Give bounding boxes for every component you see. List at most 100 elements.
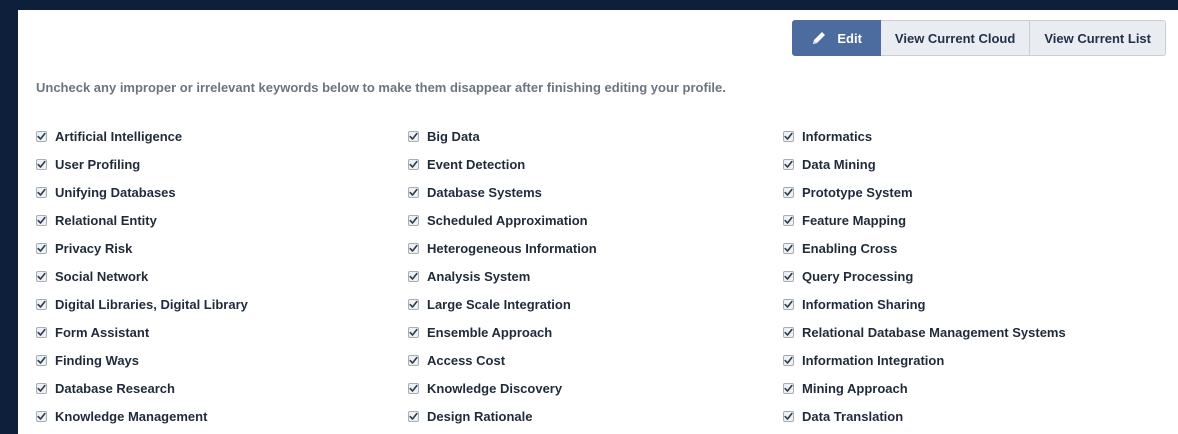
keyword-item[interactable]: Large Scale Integration [408, 290, 783, 318]
keyword-item[interactable]: Unifying Databases [36, 178, 408, 206]
keyword-item[interactable]: Database Research [36, 374, 408, 402]
keyword-label: Social Network [55, 268, 149, 284]
view-current-list-button[interactable]: View Current List [1030, 20, 1166, 56]
keyword-label: Event Detection [427, 156, 526, 172]
checkmark-icon [784, 216, 793, 224]
keyword-checkbox[interactable] [783, 130, 794, 142]
keyword-item[interactable]: Information Sharing [783, 290, 1178, 318]
keyword-item[interactable]: Database Systems [408, 178, 783, 206]
checkmark-icon [409, 328, 418, 336]
edit-button-label: Edit [837, 30, 862, 46]
keyword-label: Unifying Databases [55, 184, 176, 200]
keyword-item[interactable]: Access Cost [408, 346, 783, 374]
keyword-item[interactable]: Relational Entity [36, 206, 408, 234]
keyword-checkbox[interactable] [36, 158, 47, 170]
keyword-item[interactable]: Social Network [36, 262, 408, 290]
checkmark-icon [409, 300, 418, 308]
keyword-item[interactable]: Artificial Intelligence [36, 122, 408, 150]
keyword-label: Large Scale Integration [427, 296, 571, 312]
keyword-item[interactable]: Design Rationale [408, 402, 783, 430]
keyword-checkbox[interactable] [408, 326, 419, 338]
checkmark-icon [784, 356, 793, 364]
keyword-checkbox[interactable] [783, 158, 794, 170]
keyword-checkbox[interactable] [783, 214, 794, 226]
keyword-label: Informatics [802, 128, 873, 144]
keyword-checkbox[interactable] [36, 410, 47, 422]
keyword-item[interactable]: Query Processing [783, 262, 1178, 290]
keyword-checkbox[interactable] [783, 270, 794, 282]
keyword-checkbox[interactable] [408, 270, 419, 282]
keyword-checkbox[interactable] [36, 354, 47, 366]
checkmark-icon [784, 188, 793, 196]
keyword-item[interactable]: Ensemble Approach [408, 318, 783, 346]
keyword-checkbox[interactable] [408, 158, 419, 170]
keyword-checkbox[interactable] [408, 186, 419, 198]
view-toggle-group: Edit View Current Cloud View Current Lis… [792, 20, 1166, 56]
keywords-panel: Edit View Current Cloud View Current Lis… [18, 10, 1178, 434]
keyword-checkbox[interactable] [36, 186, 47, 198]
keyword-item[interactable]: Prototype System [783, 178, 1178, 206]
keyword-label: Digital Libraries, Digital Library [55, 296, 248, 312]
view-current-cloud-label: View Current Cloud [894, 30, 1016, 46]
keyword-checkbox[interactable] [36, 214, 47, 226]
keyword-item[interactable]: Data Mining [783, 150, 1178, 178]
keyword-checkbox[interactable] [783, 410, 794, 422]
keyword-item[interactable]: Informatics [783, 122, 1178, 150]
keyword-label: Data Translation [802, 408, 904, 424]
keyword-item[interactable]: Knowledge Discovery [408, 374, 783, 402]
keyword-label: Information Integration [802, 352, 945, 368]
keyword-checkbox[interactable] [36, 130, 47, 142]
keyword-item[interactable]: Heterogeneous Information [408, 234, 783, 262]
checkmark-icon [784, 160, 793, 168]
keyword-item[interactable]: Scheduled Approximation [408, 206, 783, 234]
checkmark-icon [37, 272, 46, 280]
keyword-checkbox[interactable] [783, 298, 794, 310]
keyword-item[interactable]: Feature Mapping [783, 206, 1178, 234]
checkmark-icon [409, 412, 418, 420]
keyword-checkbox[interactable] [36, 382, 47, 394]
keyword-checkbox[interactable] [36, 298, 47, 310]
keyword-item[interactable]: Finding Ways [36, 346, 408, 374]
keyword-label: Relational Entity [55, 212, 157, 228]
keyword-item[interactable]: Analysis System [408, 262, 783, 290]
keyword-checkbox[interactable] [36, 242, 47, 254]
checkmark-icon [409, 132, 418, 140]
keyword-item[interactable]: Privacy Risk [36, 234, 408, 262]
keyword-label: Artificial Intelligence [55, 128, 183, 144]
keyword-checkbox[interactable] [783, 326, 794, 338]
keyword-label: Knowledge Management [55, 408, 208, 424]
checkmark-icon [37, 188, 46, 196]
keyword-checkbox[interactable] [36, 326, 47, 338]
keyword-item[interactable]: Data Translation [783, 402, 1178, 430]
keyword-item[interactable]: Enabling Cross [783, 234, 1178, 262]
keyword-checkbox[interactable] [783, 354, 794, 366]
keyword-item[interactable]: Relational Database Management Systems [783, 318, 1178, 346]
keyword-checkbox[interactable] [408, 298, 419, 310]
keyword-item[interactable]: User Profiling [36, 150, 408, 178]
keyword-label: User Profiling [55, 156, 141, 172]
keyword-item[interactable]: Event Detection [408, 150, 783, 178]
keyword-checkbox[interactable] [408, 242, 419, 254]
checkmark-icon [409, 216, 418, 224]
keyword-item[interactable]: Digital Libraries, Digital Library [36, 290, 408, 318]
keyword-checkbox[interactable] [783, 186, 794, 198]
keyword-checkbox[interactable] [408, 382, 419, 394]
keyword-checkbox[interactable] [36, 270, 47, 282]
view-current-list-label: View Current List [1044, 30, 1151, 46]
keyword-item[interactable]: Knowledge Management [36, 402, 408, 430]
keyword-checkbox[interactable] [783, 382, 794, 394]
keyword-checkbox[interactable] [408, 410, 419, 422]
view-current-cloud-button[interactable]: View Current Cloud [880, 20, 1031, 56]
keyword-item[interactable]: Mining Approach [783, 374, 1178, 402]
edit-button[interactable]: Edit [792, 20, 881, 56]
keyword-label: Finding Ways [55, 352, 140, 368]
keyword-checkbox[interactable] [408, 130, 419, 142]
keyword-label: Information Sharing [802, 296, 926, 312]
keyword-checkbox[interactable] [408, 354, 419, 366]
keyword-checkbox[interactable] [408, 214, 419, 226]
keyword-item[interactable]: Big Data [408, 122, 783, 150]
keyword-checkbox[interactable] [783, 242, 794, 254]
checkmark-icon [37, 300, 46, 308]
keyword-item[interactable]: Information Integration [783, 346, 1178, 374]
keyword-item[interactable]: Form Assistant [36, 318, 408, 346]
